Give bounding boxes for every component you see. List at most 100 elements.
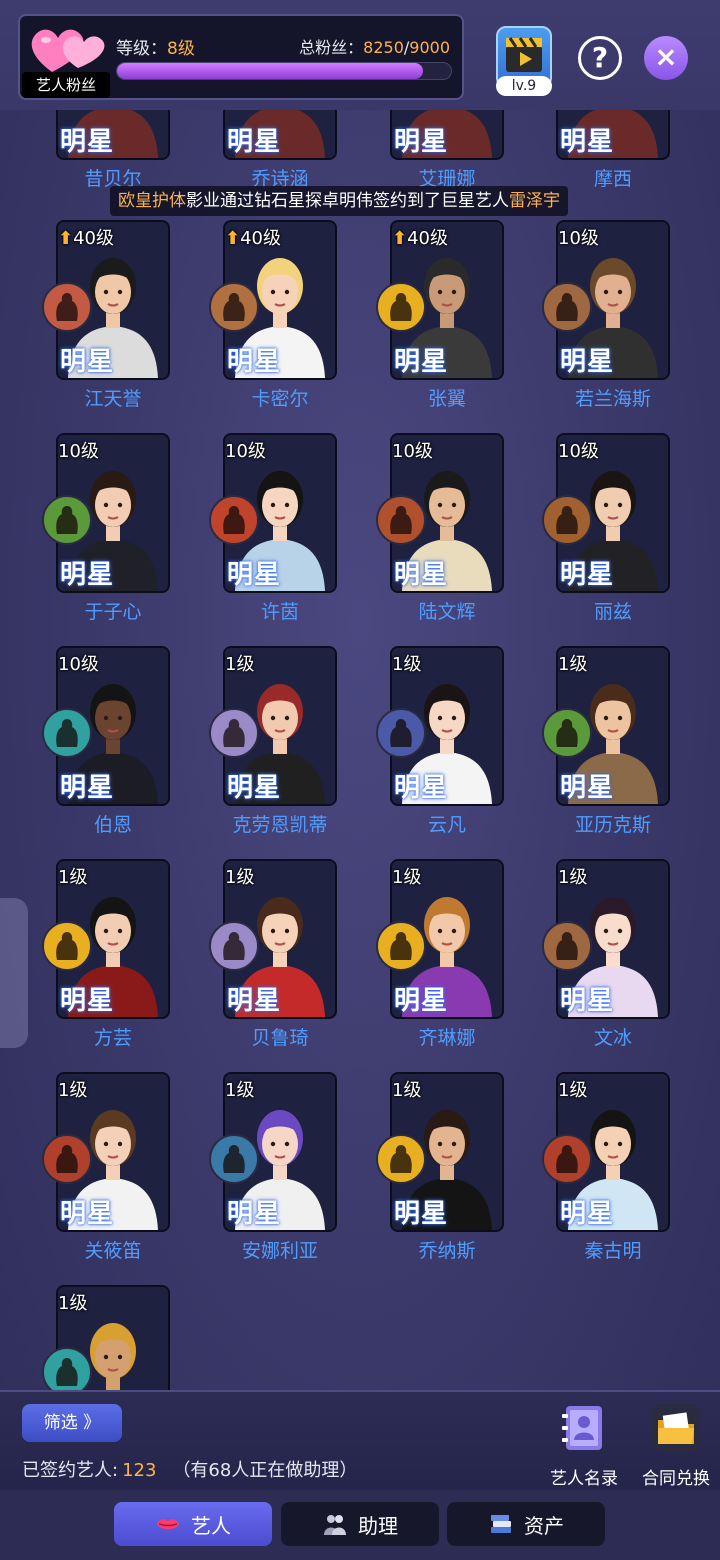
artist-level: 1级 <box>225 650 254 676</box>
header: 艺人粉丝 等级：8级 总粉丝：8250/9000 lv.9 ? × <box>0 0 720 110</box>
artist-level: 1级 <box>392 1076 421 1102</box>
artist-level: 1级 <box>58 1289 87 1315</box>
artist-name: 贝鲁琦 <box>251 1027 309 1049</box>
card-tag: 明星 <box>394 127 449 157</box>
artist-name: 乔纳斯 <box>418 1240 476 1262</box>
genre-badge-icon <box>376 495 426 545</box>
artist-card[interactable]: 明星 <box>56 110 170 160</box>
close-icon[interactable]: × <box>644 36 688 80</box>
artist-card-cell[interactable]: ⬆40级 明星 卡密尔 <box>209 220 353 430</box>
artist-level: 10级 <box>558 437 599 463</box>
card-tag: 明星 <box>560 773 615 803</box>
card-tag: 明星 <box>394 347 449 377</box>
artist-card-cell[interactable]: 1级 明星 秦古明 <box>542 1072 686 1282</box>
level-up-arrow-icon: ⬆ <box>392 228 408 249</box>
signed-count: 123 <box>122 1460 157 1481</box>
level-label: 等级： <box>116 39 167 59</box>
question-icon[interactable]: ? <box>578 36 622 80</box>
card-tag: 明星 <box>227 1199 282 1229</box>
card-tag: 明星 <box>394 1199 449 1229</box>
artist-card-cell[interactable]: 1级明星安娜利亚 <box>209 1072 353 1282</box>
artist-card[interactable]: 明星 <box>556 110 670 160</box>
side-drawer-handle[interactable] <box>0 898 28 1048</box>
artist-directory-button[interactable]: 艺人名录 <box>548 1402 620 1489</box>
genre-badge-icon <box>542 708 592 758</box>
artist-card-cell[interactable]: 1级 明星 齐琳娜 <box>376 859 520 1069</box>
hearts-icon <box>31 29 105 72</box>
artist-card-cell[interactable]: 1级 明星 方芸 <box>42 859 186 1069</box>
contract-exchange-button[interactable]: 合同兑换 <box>640 1402 712 1489</box>
card-tag: 明星 <box>227 127 282 157</box>
assistant-icon <box>324 1515 346 1535</box>
artist-card-cell[interactable]: 1级明星 <box>42 1285 186 1390</box>
artist-card-cell[interactable]: 1级明星乔纳斯 <box>376 1072 520 1282</box>
artist-card-cell[interactable]: 10级 明星 丽兹 <box>542 433 686 643</box>
artist-card-cell[interactable]: 1级 明星 云凡 <box>376 646 520 856</box>
artist-name: 克劳恩凯蒂 <box>232 814 328 836</box>
artist-name: 亚历克斯 <box>574 814 651 836</box>
card-tag: 明星 <box>560 347 615 377</box>
artist-card-cell[interactable]: 1级明星亚历克斯 <box>542 646 686 856</box>
card-tag: 明星 <box>394 773 449 803</box>
card-tag: 明星 <box>60 347 115 377</box>
artist-level: 10级 <box>558 224 599 250</box>
studio-level-button[interactable]: lv.9 <box>486 26 558 98</box>
artist-name: 张翼 <box>427 388 466 410</box>
card-tag: 明星 <box>60 773 115 803</box>
artist-card-cell[interactable]: ⬆40级 明星 江天誉 <box>42 220 186 430</box>
artist-card-cell[interactable]: 明星 摩西 <box>556 110 686 210</box>
artist-card-cell[interactable]: 1级 明星 贝鲁琦 <box>209 859 353 1069</box>
fan-panel[interactable]: 艺人粉丝 等级：8级 总粉丝：8250/9000 <box>18 14 464 100</box>
genre-badge-icon <box>376 1134 426 1184</box>
artist-level: 10级 <box>392 437 433 463</box>
artist-name: 文冰 <box>593 1027 632 1049</box>
contract-exchange-label: 合同兑换 <box>642 1469 710 1489</box>
books-icon <box>491 1515 511 1533</box>
card-tag: 明星 <box>60 127 115 157</box>
artist-level-text: 10级 <box>58 654 99 675</box>
artist-name: 关筱笛 <box>84 1240 142 1262</box>
tab-assets-label: 资产 <box>524 1513 564 1538</box>
artist-card-cell[interactable]: 1级 明星 文冰 <box>542 859 686 1069</box>
artist-card-cell[interactable]: ⬆40级明星张翼 <box>376 220 520 430</box>
artist-card-cell[interactable]: 10级 明星 伯恩 <box>42 646 186 856</box>
genre-badge-icon <box>209 708 259 758</box>
tab-assistants-label: 助理 <box>358 1513 398 1538</box>
tab-assets[interactable]: 资产 <box>447 1502 605 1546</box>
card-tag: 明星 <box>227 773 282 803</box>
artist-level-text: 10级 <box>392 441 433 462</box>
artist-card-cell[interactable]: 1级明星克劳恩凯蒂 <box>209 646 353 856</box>
artist-level-text: 10级 <box>558 441 599 462</box>
artist-card-cell[interactable]: 10级明星陆文辉 <box>376 433 520 643</box>
artist-level: 1级 <box>558 863 587 889</box>
card-tag: 明星 <box>560 127 615 157</box>
artist-card[interactable]: 明星 <box>390 110 504 160</box>
signed-note: （有68人正在做助理） <box>172 1460 358 1481</box>
artist-name: 安娜利亚 <box>241 1240 318 1262</box>
card-tag: 明星 <box>394 560 449 590</box>
artist-card-cell[interactable]: 1级 明星 关筱笛 <box>42 1072 186 1282</box>
artist-level: 1级 <box>225 1076 254 1102</box>
artist-level-text: 10级 <box>58 441 99 462</box>
tab-assistants[interactable]: 助理 <box>281 1502 439 1546</box>
genre-badge-icon <box>542 1134 592 1184</box>
genre-badge-icon <box>209 921 259 971</box>
artist-name: 陆文辉 <box>418 601 476 623</box>
artist-level: ⬆40级 <box>392 224 448 250</box>
artist-card-cell[interactable]: 10级 明星 许茵 <box>209 433 353 643</box>
artist-grid: 明星 昔贝尔 明星 乔诗涵 明星 艾珊娜 明星 摩西 ⬆40级 明星 江天誉 ⬆40级 明星 卡密尔 ⬆4… <box>0 110 720 1390</box>
artist-name: 方芸 <box>93 1027 132 1049</box>
card-tag: 明星 <box>394 986 449 1016</box>
artist-level: 1级 <box>558 650 587 676</box>
artist-name: 于子心 <box>84 601 142 623</box>
filter-button[interactable]: 筛选 》 <box>22 1404 122 1442</box>
artist-card[interactable]: 明星 <box>223 110 337 160</box>
artist-name: 丽兹 <box>593 601 632 623</box>
fans-progress-bar <box>116 62 452 80</box>
artist-card-cell[interactable]: 10级 明星 若兰海斯 <box>542 220 686 430</box>
tab-artists[interactable]: 艺人 <box>114 1502 272 1546</box>
artist-card-cell[interactable]: 10级 明星 于子心 <box>42 433 186 643</box>
broadcast-notice: 欧皇护体影业通过钻石星探卓明伟签约到了巨星艺人雷泽宇 <box>110 186 568 216</box>
notice-artist: 雷泽宇 <box>509 191 560 211</box>
level-up-arrow-icon: ⬆ <box>225 228 241 249</box>
